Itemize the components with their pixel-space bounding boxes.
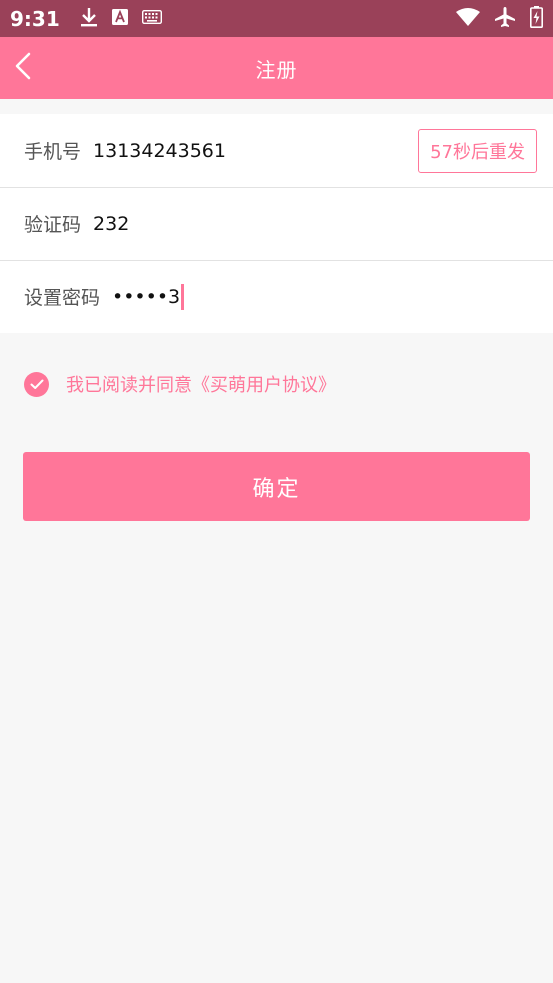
password-label: 设置密码: [24, 287, 101, 309]
download-icon: [80, 7, 98, 31]
text-a-icon: [111, 8, 128, 29]
keyboard-icon: [141, 9, 162, 28]
phone-label: 手机号: [24, 141, 82, 163]
status-right-icons: [456, 0, 543, 37]
chevron-left-icon: [14, 52, 32, 84]
register-form: 手机号 13134243561 57秒后重发 验证码 232 设置密码 ••••…: [0, 114, 553, 333]
back-button[interactable]: [14, 37, 54, 99]
status-bar: 9:31: [0, 0, 553, 37]
phone-row: 手机号 13134243561 57秒后重发: [0, 114, 553, 187]
check-icon: [30, 375, 44, 394]
status-time: 9:31: [10, 6, 60, 31]
password-row: 设置密码 •••••3: [0, 260, 553, 333]
code-value: 232: [93, 212, 130, 235]
resend-code-button[interactable]: 57秒后重发: [418, 128, 537, 173]
app-bar: 注册: [0, 37, 553, 99]
agreement-link[interactable]: 我已阅读并同意《买萌用户协议》: [66, 371, 336, 397]
confirm-button[interactable]: 确定: [23, 452, 530, 521]
password-input[interactable]: •••••3: [112, 277, 537, 317]
phone-value: 13134243561: [93, 139, 226, 162]
wifi-icon: [456, 7, 480, 30]
page-title: 注册: [255, 57, 298, 82]
battery-charging-icon: [530, 5, 543, 32]
phone-input[interactable]: 13134243561: [93, 131, 418, 171]
agreement-checkbox[interactable]: [24, 371, 49, 397]
airplane-icon: [494, 6, 516, 32]
code-row: 验证码 232: [0, 187, 553, 260]
status-left-icons: [80, 7, 162, 31]
code-label: 验证码: [24, 214, 82, 236]
password-value: •••••3: [112, 285, 181, 308]
agreement-row: 我已阅读并同意《买萌用户协议》: [0, 370, 553, 398]
code-input[interactable]: 232: [93, 204, 537, 244]
text-caret: [181, 283, 185, 310]
